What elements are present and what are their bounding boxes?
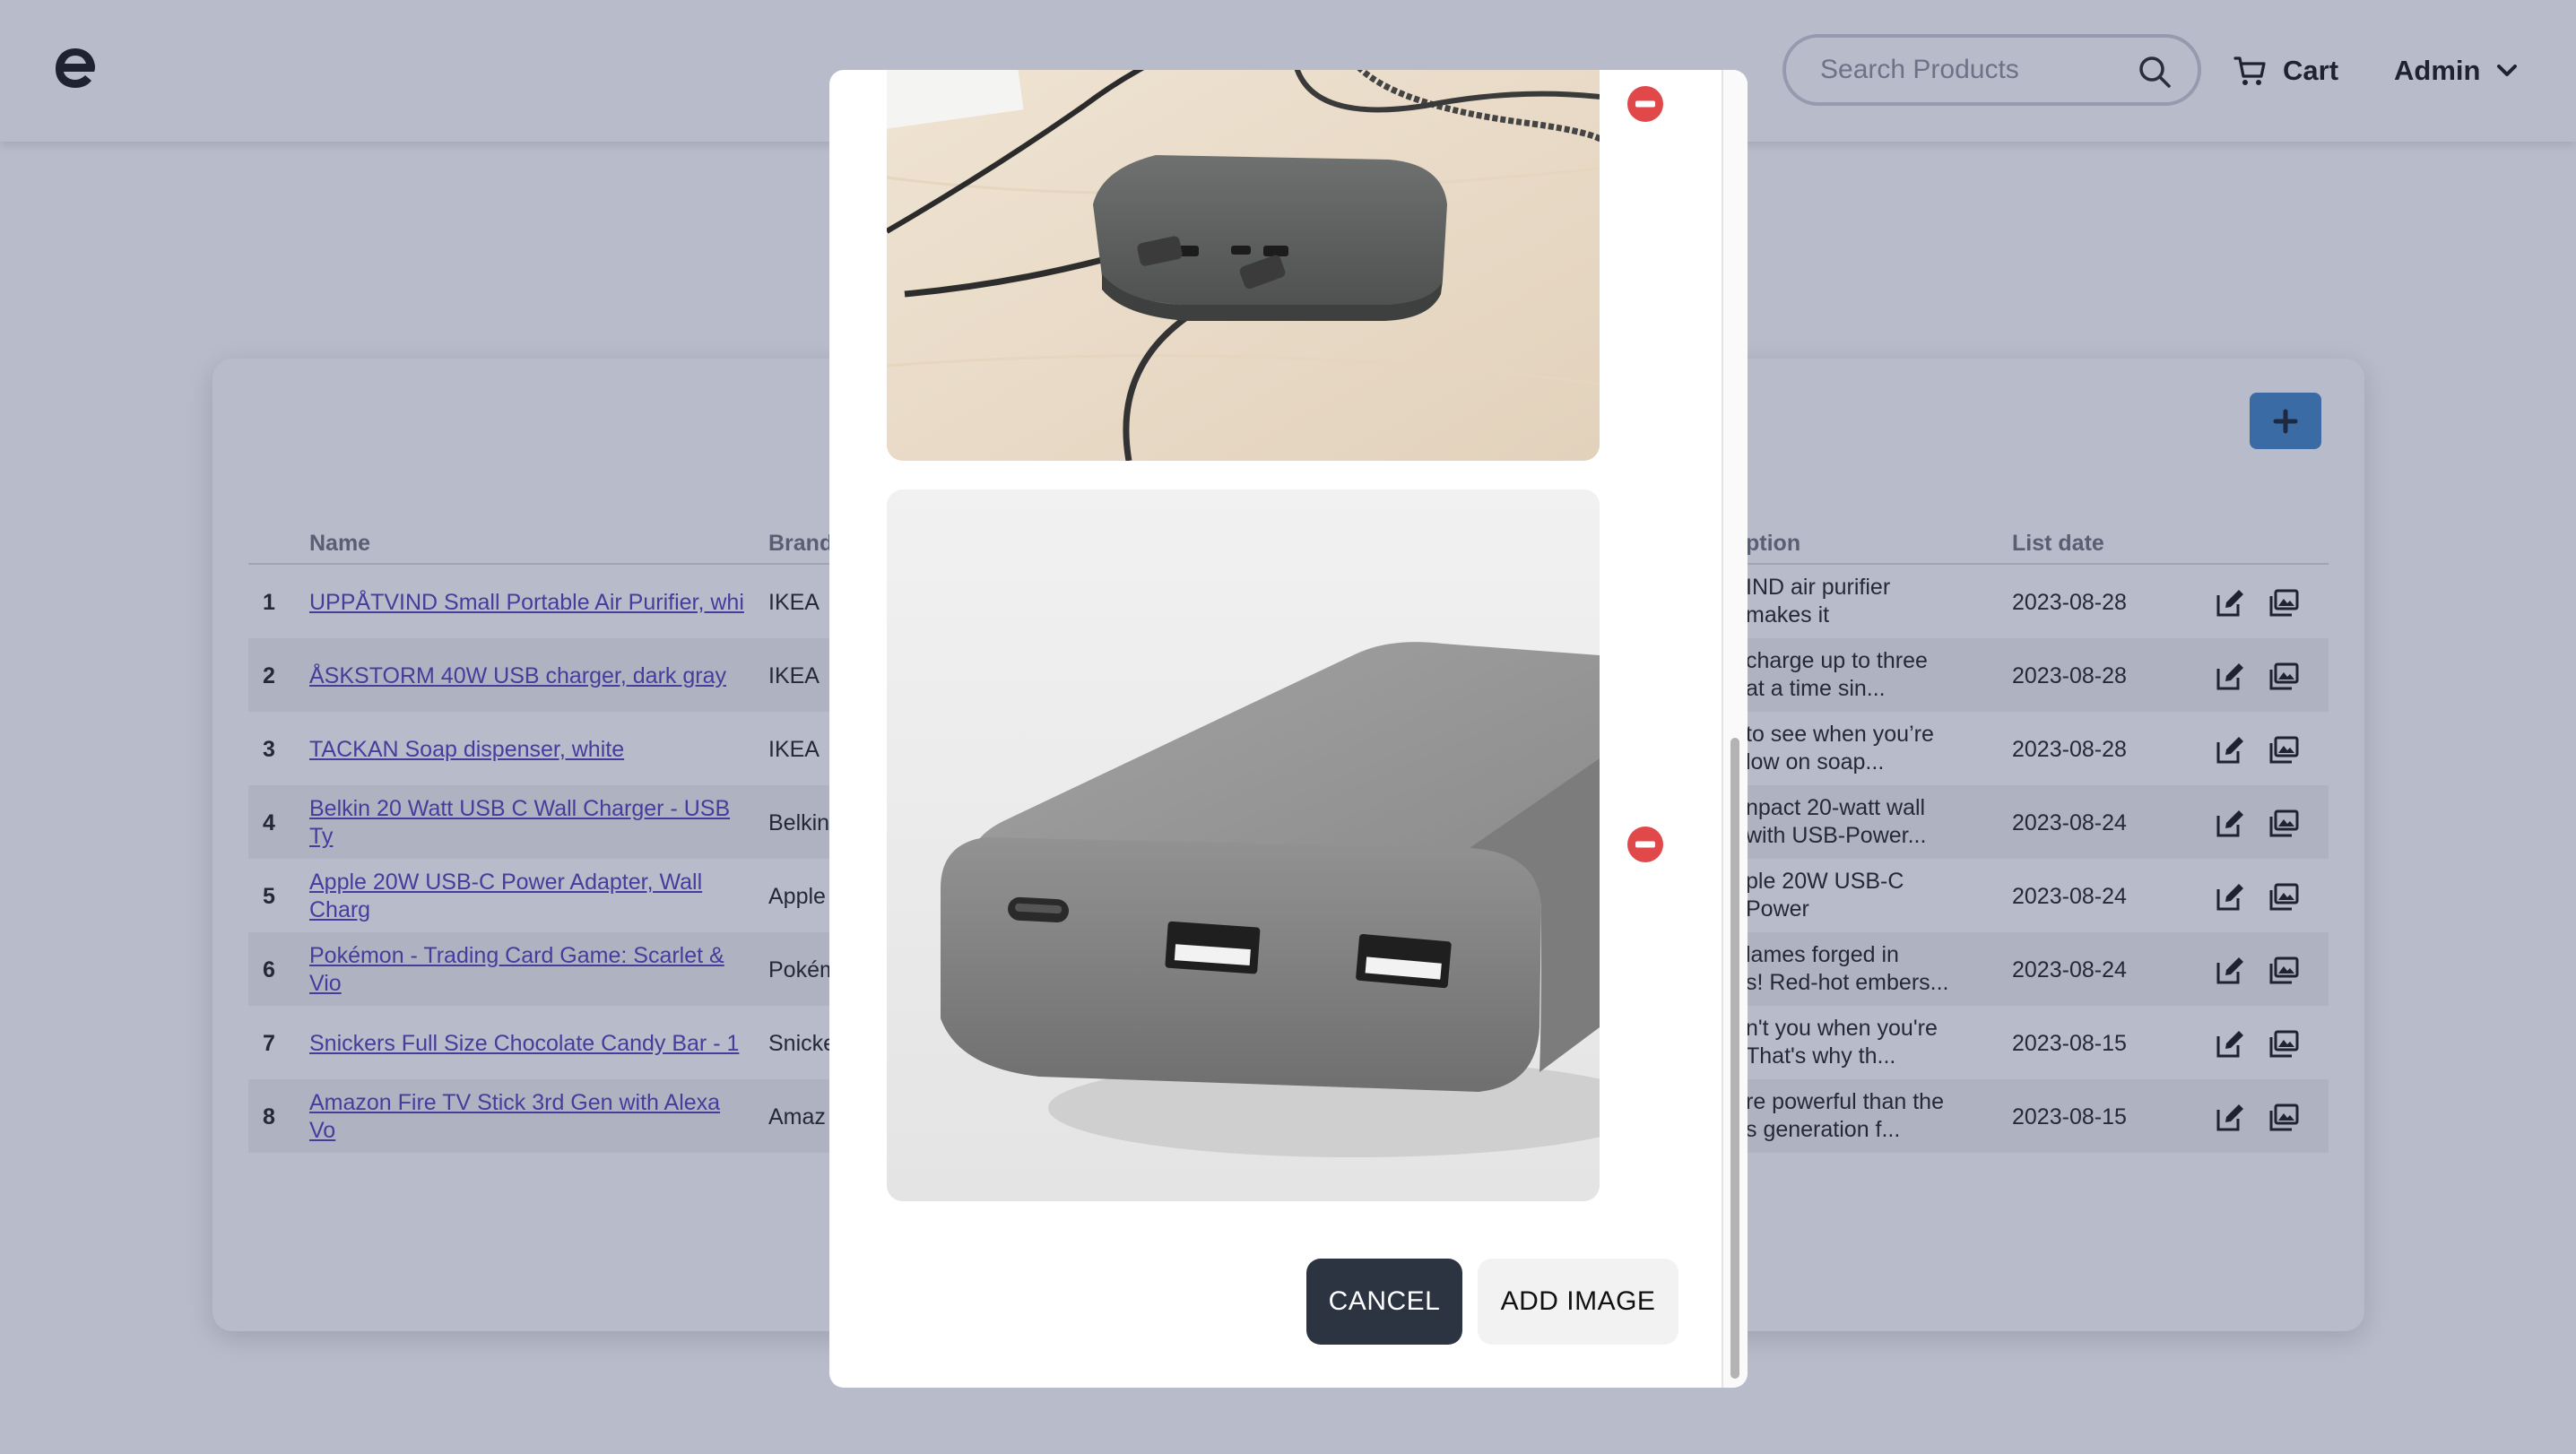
remove-image-1-icon[interactable] [1626, 85, 1664, 123]
modal-scrollbar-thumb[interactable] [1730, 738, 1739, 1379]
product-image-2 [887, 489, 1600, 1201]
remove-image-2-icon[interactable] [1626, 826, 1664, 863]
add-image-button[interactable]: ADD IMAGE [1478, 1259, 1678, 1345]
product-images-modal: CANCEL ADD IMAGE [829, 70, 1748, 1388]
product-image-1 [887, 70, 1600, 461]
cancel-button[interactable]: CANCEL [1306, 1259, 1462, 1345]
